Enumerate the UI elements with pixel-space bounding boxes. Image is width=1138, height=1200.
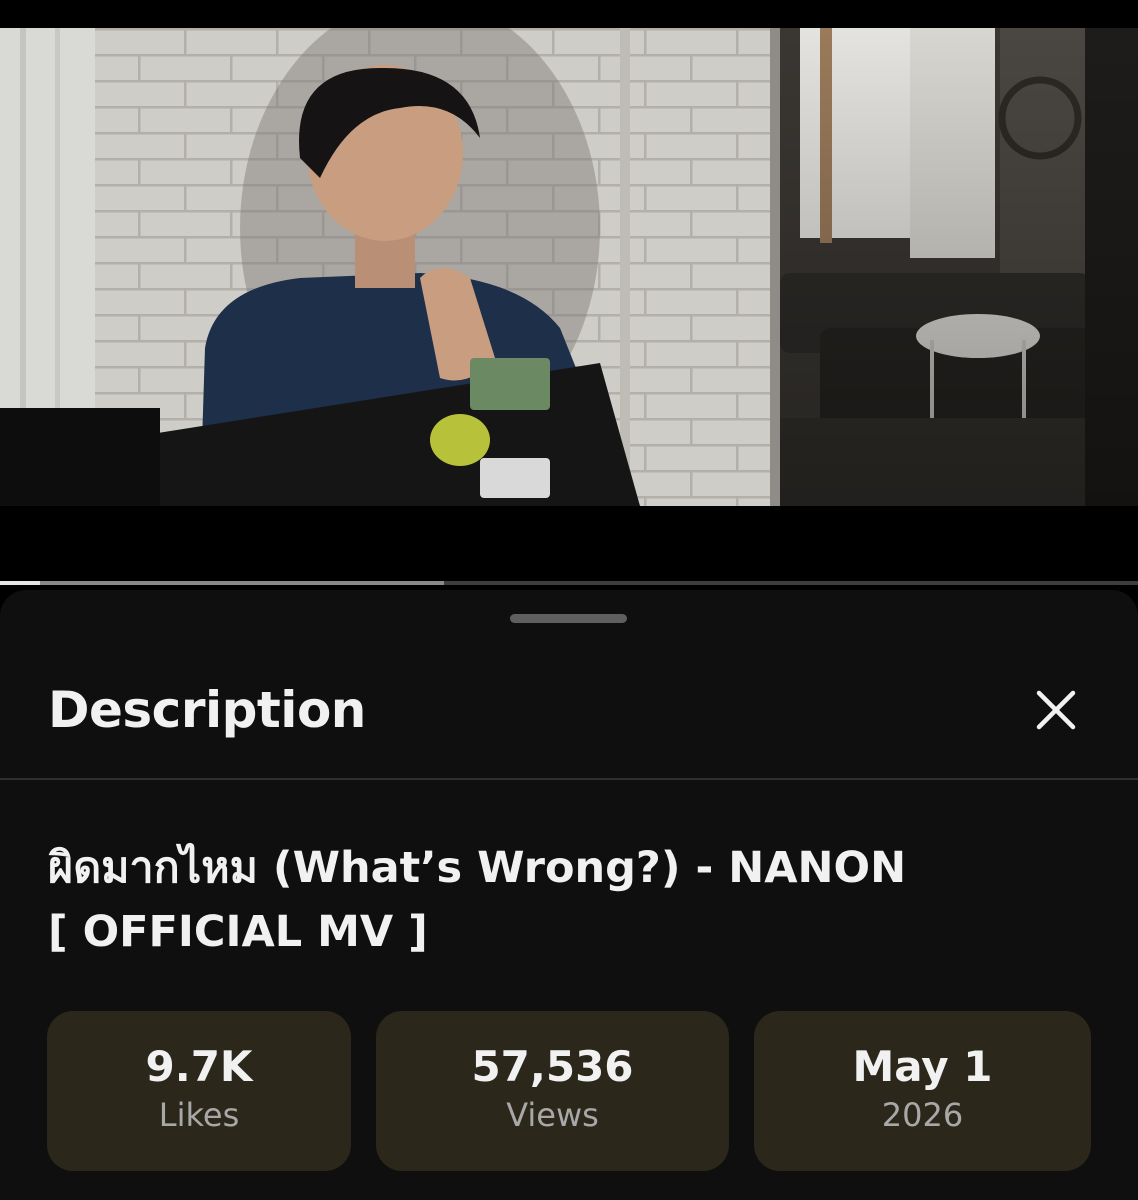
page: Description ผิดมากไหม (What’s Wrong?) - … xyxy=(0,0,1138,1200)
stats-row: 9.7K Likes 57,536 Views May 1 2026 xyxy=(47,1011,1091,1173)
video-title-line-2: [ OFFICIAL MV ] xyxy=(48,907,428,957)
video-frame[interactable] xyxy=(0,28,1138,506)
views-label: Views xyxy=(506,1096,599,1134)
drag-handle[interactable] xyxy=(510,614,627,623)
video-title: ผิดมากไหม (What’s Wrong?) - NANON [ OFFI… xyxy=(48,836,1098,964)
progress-buffered xyxy=(0,581,444,585)
video-title-line-1: ผิดมากไหม (What’s Wrong?) - NANON xyxy=(48,843,907,893)
progress-played xyxy=(0,581,40,585)
sheet-title: Description xyxy=(48,681,366,739)
views-stat[interactable]: 57,536 Views xyxy=(376,1011,729,1171)
views-count: 57,536 xyxy=(471,1042,634,1091)
progress-bar[interactable] xyxy=(0,581,1138,585)
publish-year: 2026 xyxy=(881,1096,964,1134)
likes-stat[interactable]: 9.7K Likes xyxy=(47,1011,351,1171)
video-still-image xyxy=(0,28,1138,506)
description-sheet: Description ผิดมากไหม (What’s Wrong?) - … xyxy=(0,590,1138,1200)
divider xyxy=(0,778,1138,780)
date-stat[interactable]: May 1 2026 xyxy=(754,1011,1091,1171)
likes-count: 9.7K xyxy=(145,1042,253,1091)
publish-date: May 1 xyxy=(852,1042,993,1091)
close-icon xyxy=(1036,690,1076,730)
close-button[interactable] xyxy=(1027,681,1085,739)
video-player[interactable] xyxy=(0,0,1138,590)
likes-label: Likes xyxy=(158,1096,240,1134)
